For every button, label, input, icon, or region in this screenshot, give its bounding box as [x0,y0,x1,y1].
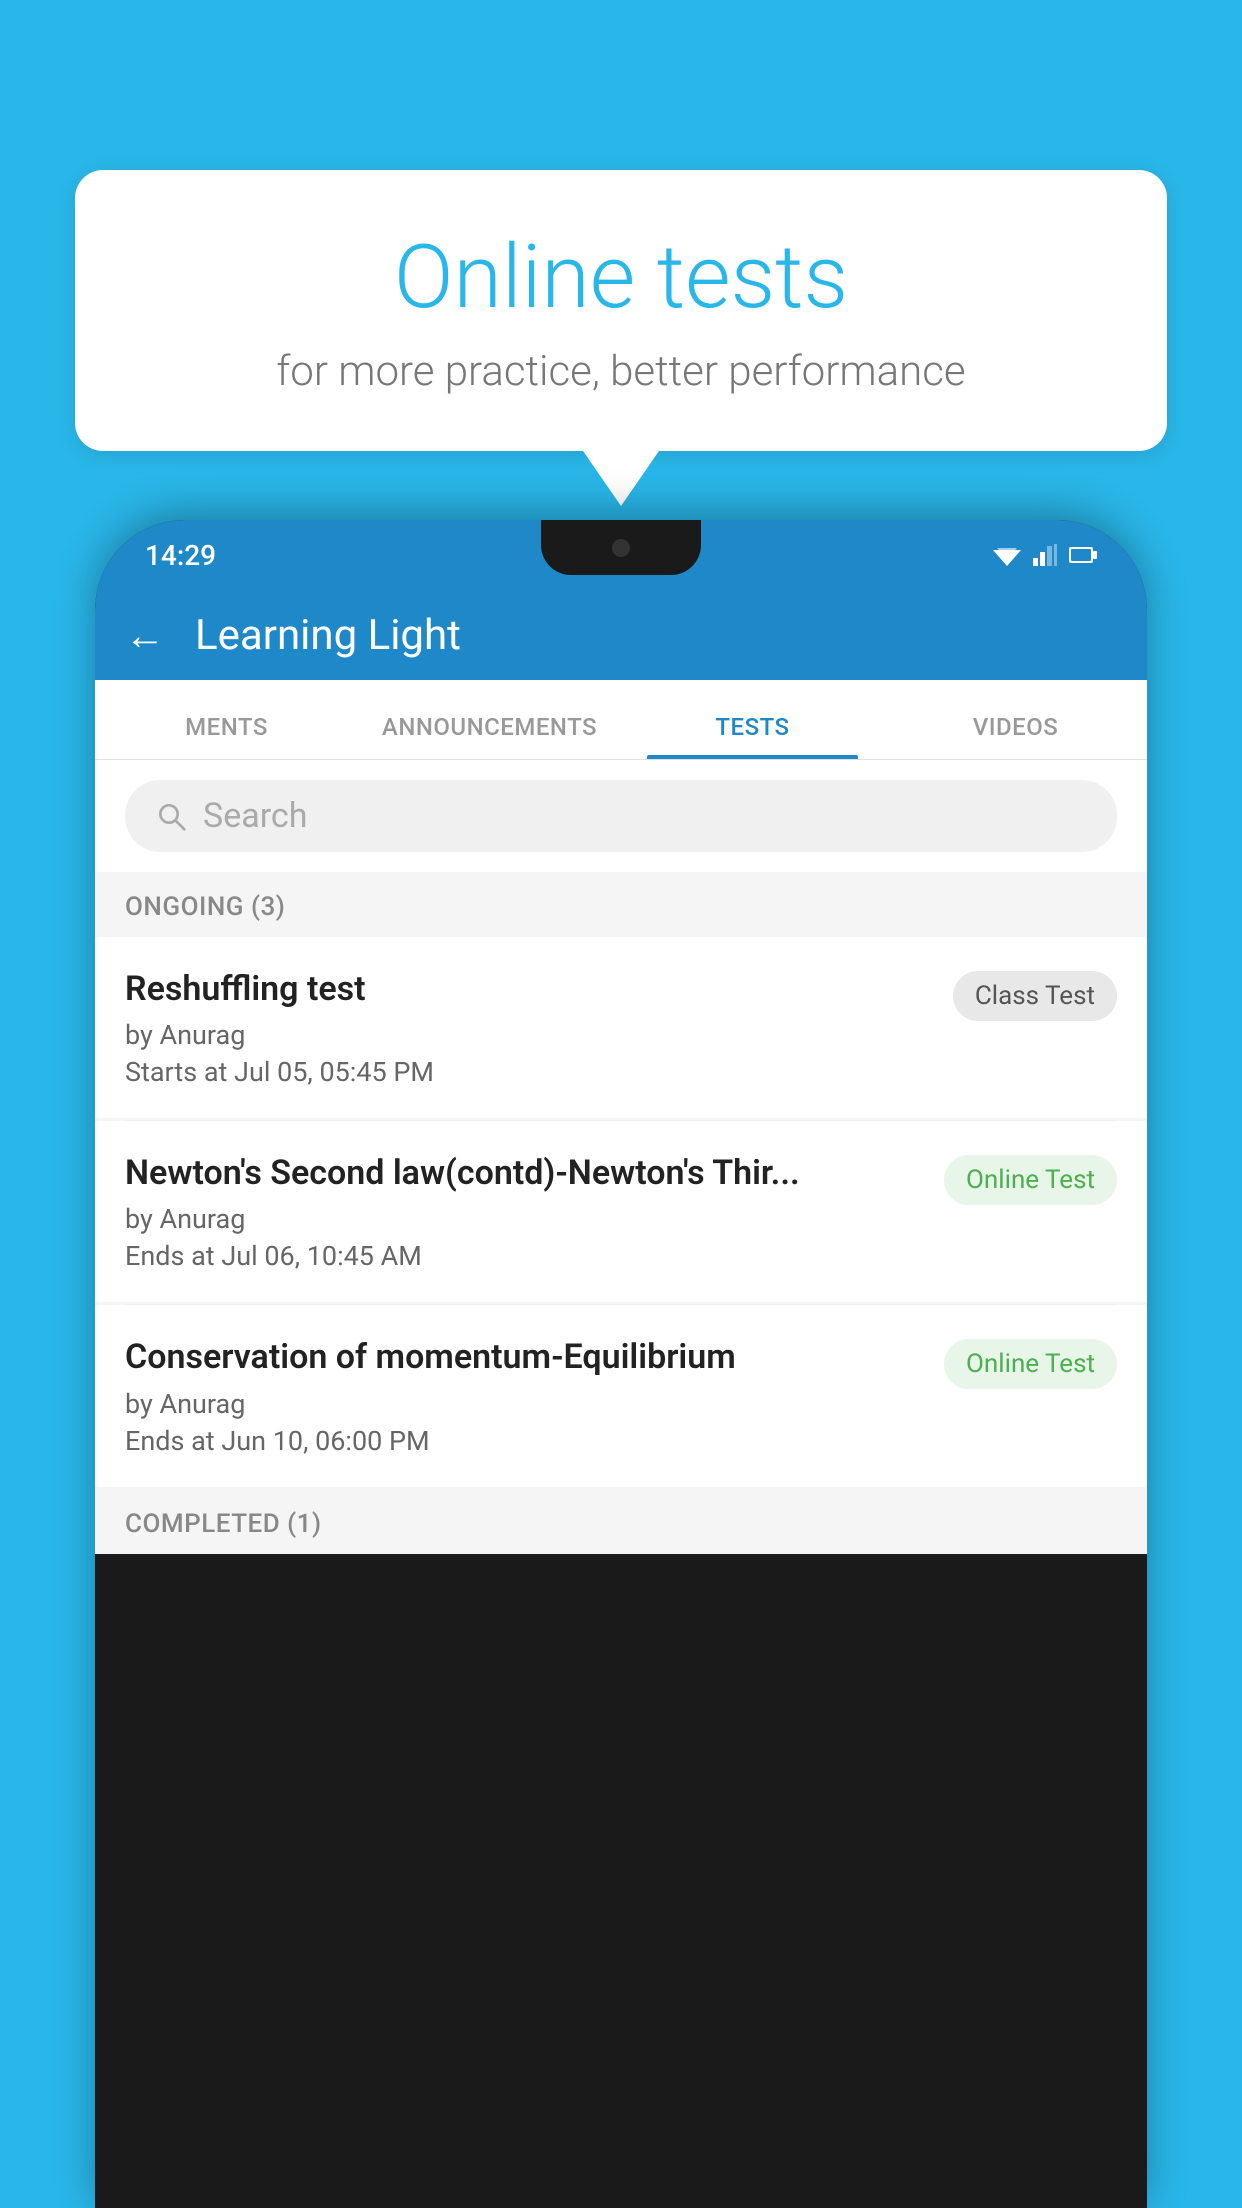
tab-tests[interactable]: TESTS [621,713,884,759]
search-bar: Search [95,760,1147,872]
phone-content: Search ONGOING (3) Reshuffling test by A… [95,760,1147,1554]
section-completed-label: COMPLETED (1) [95,1489,1147,1554]
tab-videos[interactable]: VIDEOS [884,713,1147,759]
test-item-title: Reshuffling test [125,967,933,1011]
signal-icon [1033,544,1057,566]
status-icons [993,544,1097,566]
notch [541,520,701,575]
camera-dot [612,539,630,557]
app-header: ← Learning Light [95,590,1147,680]
app-title: Learning Light [195,611,461,660]
search-placeholder: Search [203,796,307,836]
tab-ments[interactable]: MENTS [95,713,358,759]
test-item-content: Conservation of momentum-Equilibrium by … [125,1335,924,1456]
test-item-date: Ends at Jun 10, 06:00 PM [125,1425,924,1457]
test-item-content: Newton's Second law(contd)-Newton's Thir… [125,1151,924,1272]
status-time: 14:29 [145,539,216,572]
battery-icon [1069,544,1097,566]
wifi-icon [993,544,1021,566]
search-input-wrapper[interactable]: Search [125,780,1117,852]
test-item[interactable]: Reshuffling test by Anurag Starts at Jul… [95,937,1147,1118]
test-item-title: Conservation of momentum-Equilibrium [125,1335,924,1379]
test-item-author: by Anurag [125,1203,924,1235]
test-item[interactable]: Newton's Second law(contd)-Newton's Thir… [95,1121,1147,1302]
test-badge-class: Class Test [953,971,1117,1021]
back-button[interactable]: ← [125,612,165,659]
section-ongoing-label: ONGOING (3) [95,872,1147,937]
test-badge-online: Online Test [944,1339,1117,1389]
status-bar: 14:29 [95,520,1147,590]
search-icon [155,800,187,832]
test-item[interactable]: Conservation of momentum-Equilibrium by … [95,1305,1147,1486]
bubble-subtitle: for more practice, better performance [125,347,1117,396]
bubble-title: Online tests [125,230,1117,327]
test-item-date: Ends at Jul 06, 10:45 AM [125,1240,924,1272]
test-item-title: Newton's Second law(contd)-Newton's Thir… [125,1151,924,1195]
test-item-date: Starts at Jul 05, 05:45 PM [125,1056,933,1088]
test-badge-online: Online Test [944,1155,1117,1205]
tab-announcements[interactable]: ANNOUNCEMENTS [358,713,621,759]
test-item-author: by Anurag [125,1388,924,1420]
speech-bubble: Online tests for more practice, better p… [75,170,1167,451]
phone-frame: 14:29 ← Lea [95,520,1147,2208]
tabs-bar: MENTS ANNOUNCEMENTS TESTS VIDEOS [95,680,1147,760]
test-item-content: Reshuffling test by Anurag Starts at Jul… [125,967,933,1088]
test-item-author: by Anurag [125,1019,933,1051]
